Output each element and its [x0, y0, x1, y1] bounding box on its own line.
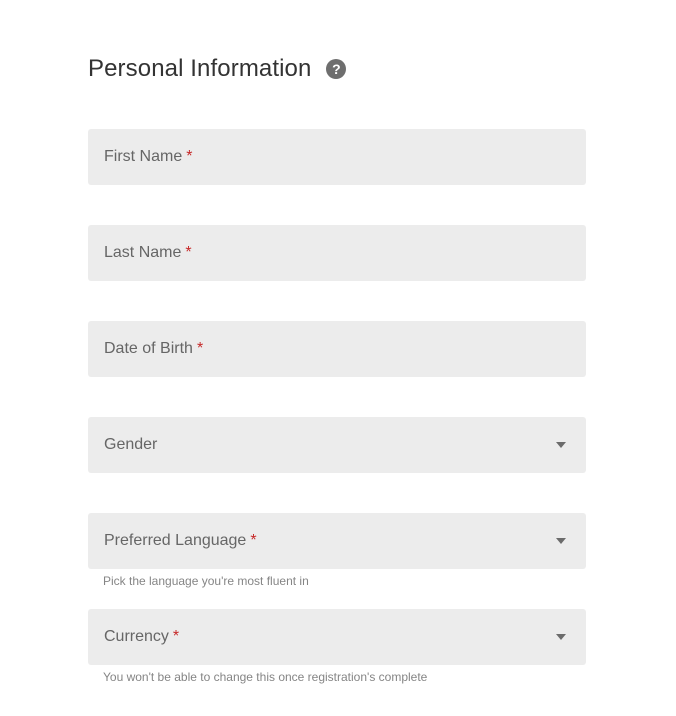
- currency-select[interactable]: Currency *: [88, 609, 586, 665]
- last-name-label: Last Name: [104, 244, 182, 261]
- required-indicator: *: [186, 148, 193, 165]
- required-indicator: *: [196, 340, 204, 357]
- currency-helper-text: You won't be able to change this once re…: [103, 670, 428, 684]
- preferred-language-label: Preferred Language: [104, 532, 247, 549]
- preferred-language-select[interactable]: Preferred Language *: [88, 513, 586, 569]
- required-indicator: *: [185, 244, 192, 261]
- required-indicator: *: [172, 628, 180, 645]
- section-header: Personal Information ?: [88, 54, 347, 84]
- last-name-field[interactable]: Last Name *: [88, 225, 586, 281]
- date-of-birth-label: Date of Birth: [104, 340, 193, 357]
- section-title: Personal Information: [88, 55, 312, 82]
- first-name-field[interactable]: First Name *: [88, 129, 586, 185]
- date-of-birth-field[interactable]: Date of Birth *: [88, 321, 586, 377]
- help-circle-icon[interactable]: ?: [326, 59, 347, 79]
- dropdown-arrow-icon[interactable]: [556, 538, 566, 544]
- dropdown-arrow-icon[interactable]: [556, 442, 566, 448]
- first-name-label: First Name: [104, 148, 183, 165]
- preferred-language-helper-text: Pick the language you're most fluent in: [103, 574, 309, 588]
- required-indicator: *: [250, 532, 257, 549]
- dropdown-arrow-icon[interactable]: [556, 634, 566, 640]
- currency-label: Currency: [104, 628, 169, 645]
- gender-label: Gender: [104, 436, 158, 453]
- gender-select[interactable]: Gender: [88, 417, 586, 473]
